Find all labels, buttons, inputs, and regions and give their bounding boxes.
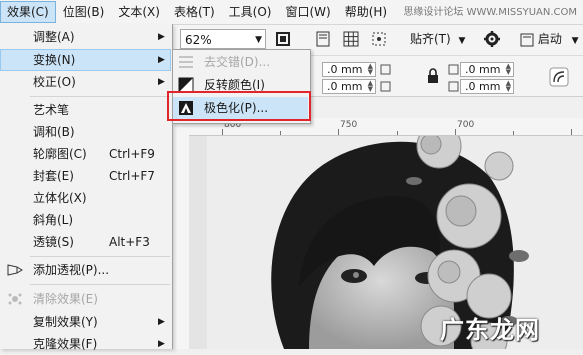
menu-item-label: 复制效果(Y): [33, 315, 98, 329]
y-position-value: .0 mm: [327, 80, 363, 93]
width-value: .0 mm: [465, 63, 501, 76]
menu-item-label: 清除效果(E): [33, 292, 98, 306]
menu-item-adjust[interactable]: 调整(A) ▶: [0, 26, 171, 48]
chevron-down-icon: ▼: [571, 36, 579, 46]
site-watermark: 思缘设计论坛 WWW.MISSYUAN.COM: [403, 7, 577, 18]
ruler-label: 750: [340, 120, 358, 130]
menu-item-label: 克隆效果(F): [33, 337, 98, 351]
menu-item-contour[interactable]: 轮廓图(C) Ctrl+F9: [0, 143, 171, 165]
show-grid-button[interactable]: [340, 28, 362, 50]
launch-icon: [520, 33, 534, 46]
menu-item-clear-effect[interactable]: 清除效果(E): [0, 288, 171, 310]
shortcut-label: Ctrl+F7: [109, 169, 155, 183]
snap-label: 贴齐(T): [410, 32, 451, 46]
chevron-down-icon: ▼: [458, 36, 466, 46]
menu-tools[interactable]: 工具(O): [222, 1, 279, 23]
menu-item-deinterlace[interactable]: 去交错(D)...: [173, 51, 308, 73]
full-screen-icon: [276, 32, 290, 46]
launch-label: 启动: [537, 32, 562, 46]
height-field[interactable]: .0 mm ▲ ▼: [460, 79, 514, 94]
menu-item-label: 去交错(D)...: [204, 55, 271, 69]
snap-to-dropdown[interactable]: 贴齐(T) ▼: [410, 28, 465, 50]
shortcut-label: Ctrl+F9: [109, 147, 155, 161]
position-anchor-icon: [378, 62, 394, 94]
submenu-arrow-icon: ▶: [158, 77, 165, 87]
corner-icon: [549, 67, 569, 87]
menu-item-add-perspective[interactable]: 添加透视(P)...: [0, 259, 171, 281]
clear-effect-icon: [8, 293, 22, 305]
menu-item-blend[interactable]: 调和(B): [0, 121, 171, 143]
menu-item-label: 艺术笔: [33, 103, 70, 117]
menu-item-label: 校正(O): [33, 75, 76, 89]
zoom-value: 62%: [185, 33, 212, 47]
size-anchor-icon: [447, 62, 461, 94]
lock-ratio-button[interactable]: [424, 66, 442, 86]
menu-item-label: 添加透视(P)...: [33, 263, 110, 277]
menu-item-artistic-media[interactable]: 艺术笔: [0, 99, 171, 121]
rulers-icon: [316, 31, 330, 47]
ruler-tick: [397, 131, 398, 135]
canvas-watermark: 广东龙网: [440, 316, 540, 344]
ruler-tick: [513, 131, 514, 135]
menu-separator: [30, 284, 170, 285]
shortcut-label: Alt+F3: [109, 235, 150, 249]
x-position-field[interactable]: .0 mm ▲ ▼: [322, 62, 376, 77]
options-button[interactable]: [481, 28, 503, 50]
y-position-field[interactable]: .0 mm ▲ ▼: [322, 79, 376, 94]
corner-style-button[interactable]: [548, 66, 570, 88]
menu-item-label: 斜角(L): [33, 213, 74, 227]
grid-icon: [343, 31, 359, 47]
menu-separator: [30, 96, 170, 97]
effects-menu: 调整(A) ▶ 变换(N) ▶ 校正(O) ▶ 艺术笔 调和(B) 轮廓图(C)…: [0, 24, 173, 351]
x-position-value: .0 mm: [327, 63, 363, 76]
menu-bitmap[interactable]: 位图(B): [56, 1, 112, 23]
menu-separator: [30, 256, 170, 257]
menu-item-transform[interactable]: 变换(N) ▶: [0, 49, 171, 71]
ruler-tick: [280, 131, 281, 135]
full-screen-preview-button[interactable]: [272, 28, 294, 50]
menu-item-label: 封套(E): [33, 169, 74, 183]
menu-window[interactable]: 窗口(W): [278, 1, 337, 23]
submenu-arrow-icon: ▶: [158, 32, 165, 42]
menu-item-label: 调整(A): [33, 30, 75, 44]
vertical-ruler[interactable]: [172, 135, 190, 349]
zoom-select[interactable]: 62% ▼: [180, 29, 266, 49]
submenu-arrow-icon: ▶: [158, 55, 165, 65]
menu-item-label: 变换(N): [33, 53, 76, 67]
ruler-tick: [222, 129, 223, 135]
gear-icon: [484, 31, 500, 47]
ruler-tick: [571, 129, 572, 135]
ruler-label: 700: [457, 120, 475, 130]
perspective-icon: [7, 264, 23, 276]
height-value: .0 mm: [465, 80, 501, 93]
menu-effects[interactable]: 效果(C): [0, 1, 56, 23]
menu-item-label: 立体化(X): [33, 191, 87, 205]
ruler-tick: [455, 129, 456, 135]
show-guidelines-button[interactable]: [368, 28, 390, 50]
submenu-arrow-icon: ▶: [158, 339, 165, 349]
menu-help[interactable]: 帮助(H): [338, 1, 394, 23]
menu-item-copy-effect[interactable]: 复制效果(Y) ▶: [0, 311, 171, 333]
menu-item-extrude[interactable]: 立体化(X): [0, 187, 171, 209]
menu-item-label: 轮廓图(C): [33, 147, 87, 161]
menu-text[interactable]: 文本(X): [111, 1, 167, 23]
show-rulers-button[interactable]: [312, 28, 334, 50]
chevron-down-icon[interactable]: ▼: [255, 30, 262, 50]
submenu-arrow-icon: ▶: [158, 317, 165, 327]
deinterlace-icon: [179, 56, 193, 68]
menu-item-lens[interactable]: 透镜(S) Alt+F3: [0, 231, 171, 253]
menu-item-label: 调和(B): [33, 125, 75, 139]
ruler-tick: [338, 129, 339, 135]
guidelines-icon: [372, 32, 386, 46]
menu-item-correction[interactable]: 校正(O) ▶: [0, 71, 171, 93]
menu-item-label: 透镜(S): [33, 235, 74, 249]
menu-item-clone-effect[interactable]: 克隆效果(F) ▶: [0, 333, 171, 355]
launch-dropdown[interactable]: 启动 ▼: [520, 28, 579, 50]
width-field[interactable]: .0 mm ▲ ▼: [460, 62, 514, 77]
menu-table[interactable]: 表格(T): [167, 1, 222, 23]
menu-item-bevel[interactable]: 斜角(L): [0, 209, 171, 231]
menu-item-envelope[interactable]: 封套(E) Ctrl+F7: [0, 165, 171, 187]
highlight-callout: [167, 91, 311, 121]
lock-icon: [428, 68, 438, 83]
